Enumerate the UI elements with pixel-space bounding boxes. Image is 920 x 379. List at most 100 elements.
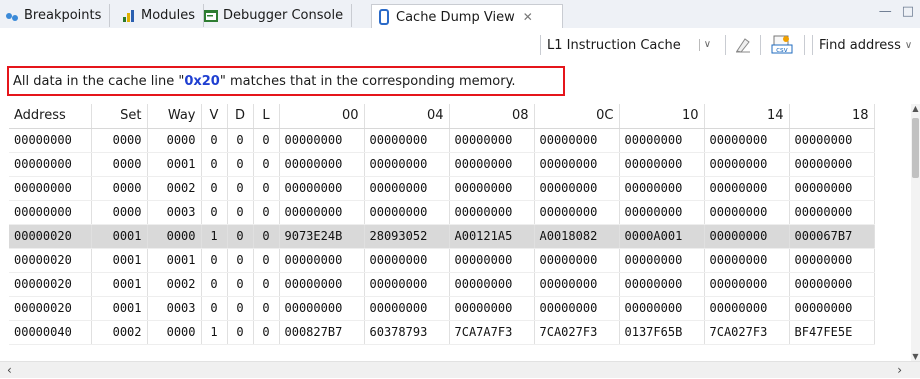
scroll-left-icon[interactable]: ‹ bbox=[7, 363, 12, 377]
scroll-up-icon[interactable]: ▲ bbox=[911, 104, 920, 113]
tab-debugger-console[interactable]: Debugger Console bbox=[199, 4, 353, 27]
cell-way: 0000 bbox=[147, 224, 202, 249]
column-header-way[interactable]: Way bbox=[147, 104, 202, 129]
cell-00: 00000000 bbox=[279, 176, 365, 201]
minimize-icon[interactable]: — bbox=[879, 4, 892, 19]
table-header-row: Address Set Way V D L 00 04 08 0C 10 14 … bbox=[9, 104, 875, 129]
table-row[interactable]: 00000020 0001 0001 0 0 0 00000000 00000000 00000… bbox=[9, 248, 875, 273]
cell-l: 0 bbox=[253, 176, 280, 201]
cell-l: 0 bbox=[253, 272, 280, 297]
cell-04: 28093052 bbox=[364, 224, 450, 249]
tab-cache-dump-view[interactable]: Cache Dump View ✕ bbox=[371, 4, 563, 29]
table-row[interactable]: 00000000 0000 0000 0 0 0 00000000 00000000 00000… bbox=[9, 128, 875, 153]
export-csv-icon[interactable]: csv bbox=[771, 34, 793, 60]
table-row[interactable]: 00000000 0000 0003 0 0 0 00000000 00000000 00000… bbox=[9, 200, 875, 225]
cell-v: 0 bbox=[201, 272, 228, 297]
cell-18: 00000000 bbox=[789, 152, 875, 177]
column-header-10[interactable]: 10 bbox=[619, 104, 705, 129]
cell-set: 0000 bbox=[91, 128, 148, 153]
cell-address: 00000020 bbox=[9, 248, 92, 273]
cell-0c: 00000000 bbox=[534, 272, 620, 297]
cell-00: 00000000 bbox=[279, 296, 365, 321]
column-header-set[interactable]: Set bbox=[91, 104, 148, 129]
cell-d: 0 bbox=[227, 128, 254, 153]
table-row[interactable]: 00000000 0000 0001 0 0 0 00000000 00000000 00000… bbox=[9, 152, 875, 177]
cell-address: 00000040 bbox=[9, 320, 92, 345]
cache-type-dropdown[interactable]: L1 Instruction Cache ∨ bbox=[547, 34, 716, 56]
column-header-v[interactable]: V bbox=[201, 104, 228, 129]
cell-d: 0 bbox=[227, 224, 254, 249]
status-prefix: All data in the cache line " bbox=[13, 73, 185, 89]
cell-04: 00000000 bbox=[364, 128, 450, 153]
clear-icon[interactable] bbox=[734, 36, 752, 58]
cell-00: 00000000 bbox=[279, 128, 365, 153]
cell-10: 00000000 bbox=[619, 272, 705, 297]
cell-18: 00000000 bbox=[789, 200, 875, 225]
table-row[interactable]: 00000000 0000 0002 0 0 0 00000000 00000000 00000… bbox=[9, 176, 875, 201]
column-header-l[interactable]: L bbox=[253, 104, 280, 129]
cell-14: 00000000 bbox=[704, 128, 790, 153]
cell-d: 0 bbox=[227, 176, 254, 201]
cell-04: 60378793 bbox=[364, 320, 450, 345]
toolbar-separator bbox=[760, 35, 761, 55]
vertical-scroll-thumb[interactable] bbox=[912, 118, 919, 178]
column-header-08[interactable]: 08 bbox=[449, 104, 535, 129]
find-address-dropdown[interactable]: Find address ∨ bbox=[819, 34, 912, 56]
table-row[interactable]: 00000040 0002 0000 1 0 0 000827B7 60378793 7CA7A… bbox=[9, 320, 875, 345]
cell-04: 00000000 bbox=[364, 296, 450, 321]
cell-00: 9073E24B bbox=[279, 224, 365, 249]
cell-0c: 00000000 bbox=[534, 248, 620, 273]
column-header-14[interactable]: 14 bbox=[704, 104, 790, 129]
cache-type-value: L1 Instruction Cache bbox=[547, 37, 681, 53]
cell-08: 00000000 bbox=[449, 200, 535, 225]
scroll-down-icon[interactable]: ▼ bbox=[911, 352, 920, 361]
cell-address: 00000020 bbox=[9, 224, 92, 249]
cell-14: 00000000 bbox=[704, 272, 790, 297]
cell-set: 0001 bbox=[91, 248, 148, 273]
scroll-right-icon[interactable]: › bbox=[897, 363, 902, 377]
vertical-scrollbar[interactable]: ▲ ▼ bbox=[911, 104, 920, 361]
column-header-04[interactable]: 04 bbox=[364, 104, 450, 129]
cell-v: 0 bbox=[201, 152, 228, 177]
cell-way: 0000 bbox=[147, 128, 202, 153]
tab-modules[interactable]: Modules bbox=[117, 4, 205, 27]
table-row[interactable]: 00000020 0001 0003 0 0 0 00000000 00000000 00000… bbox=[9, 296, 875, 321]
cell-way: 0003 bbox=[147, 200, 202, 225]
maximize-icon[interactable]: □ bbox=[902, 4, 914, 19]
cell-l: 0 bbox=[253, 152, 280, 177]
cell-14: 00000000 bbox=[704, 152, 790, 177]
column-header-18[interactable]: 18 bbox=[789, 104, 875, 129]
cell-18: 00000000 bbox=[789, 272, 875, 297]
status-suffix: " matches that in the corresponding memo… bbox=[219, 73, 516, 89]
cell-04: 00000000 bbox=[364, 248, 450, 273]
cell-04: 00000000 bbox=[364, 272, 450, 297]
cell-08: 00000000 bbox=[449, 296, 535, 321]
cell-00: 00000000 bbox=[279, 152, 365, 177]
column-header-00[interactable]: 00 bbox=[279, 104, 365, 129]
cell-way: 0001 bbox=[147, 248, 202, 273]
cache-dump-icon bbox=[376, 9, 392, 25]
cell-08: 00000000 bbox=[449, 272, 535, 297]
view-tab-bar: Breakpoints Modules Debugger Console Cac… bbox=[0, 0, 920, 29]
cell-v: 0 bbox=[201, 296, 228, 321]
table-row[interactable]: 00000020 0001 0002 0 0 0 00000000 00000000 00000… bbox=[9, 272, 875, 297]
horizontal-scrollbar[interactable]: ‹ › bbox=[0, 361, 920, 378]
cell-08: 7CA7A7F3 bbox=[449, 320, 535, 345]
status-cache-line: 0x20 bbox=[184, 73, 220, 89]
cell-0c: 7CA027F3 bbox=[534, 320, 620, 345]
column-header-d[interactable]: D bbox=[227, 104, 254, 129]
tab-label: Breakpoints bbox=[24, 8, 102, 23]
cell-way: 0001 bbox=[147, 152, 202, 177]
cell-10: 00000000 bbox=[619, 200, 705, 225]
column-header-0c[interactable]: 0C bbox=[534, 104, 620, 129]
table-row[interactable]: 00000020 0001 0000 1 0 0 9073E24B 28093052 A0012… bbox=[9, 224, 875, 249]
column-header-address[interactable]: Address bbox=[9, 104, 92, 129]
tab-breakpoints[interactable]: Breakpoints bbox=[0, 4, 111, 27]
cell-l: 0 bbox=[253, 200, 280, 225]
cell-l: 0 bbox=[253, 320, 280, 345]
close-icon[interactable]: ✕ bbox=[523, 10, 533, 24]
cell-10: 00000000 bbox=[619, 128, 705, 153]
tab-label: Cache Dump View bbox=[396, 9, 515, 25]
cell-0c: 00000000 bbox=[534, 152, 620, 177]
cell-08: A00121A5 bbox=[449, 224, 535, 249]
